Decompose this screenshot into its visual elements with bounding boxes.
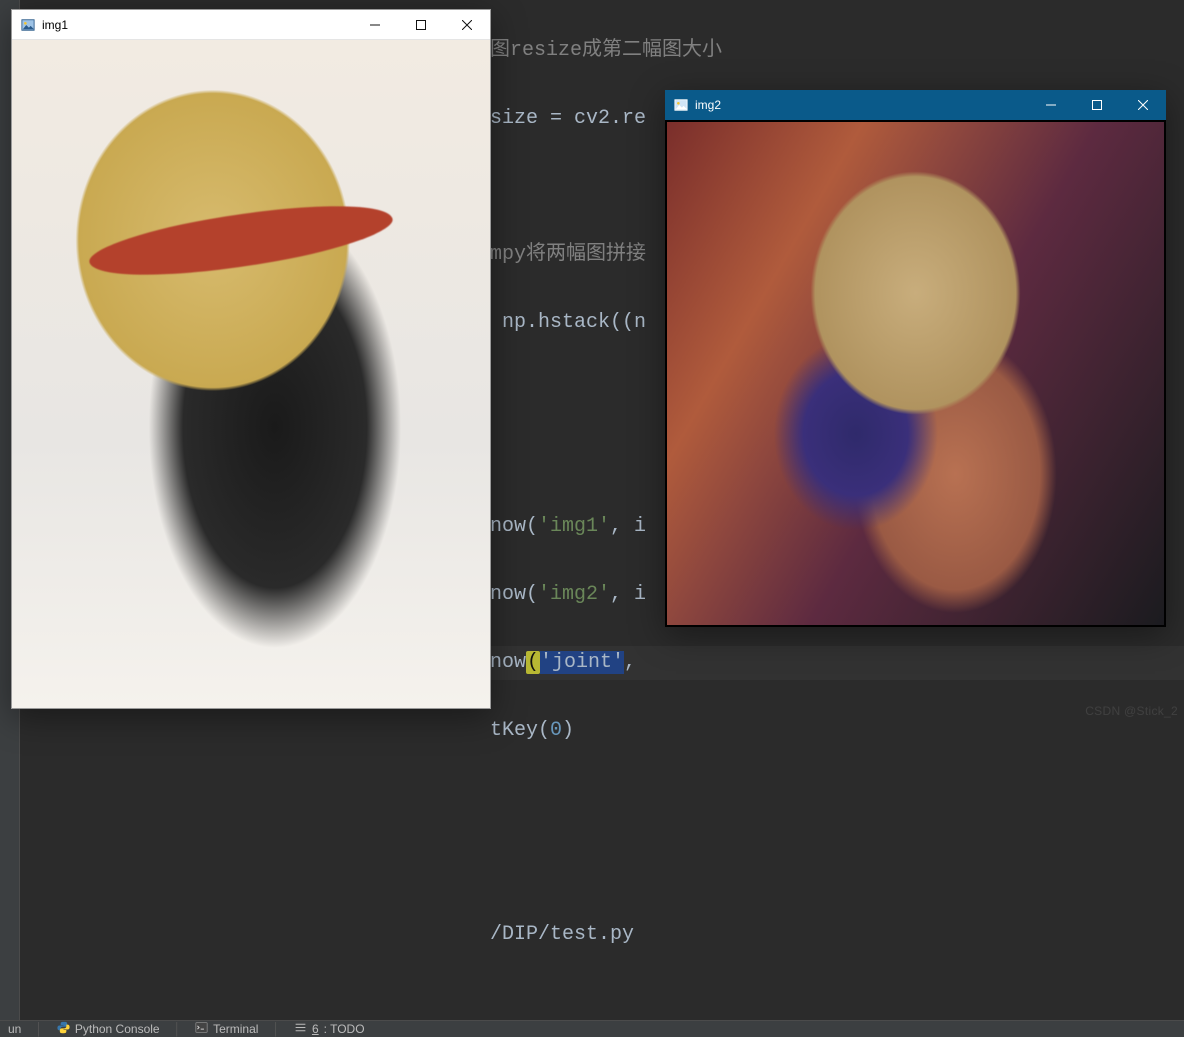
- watermark-text: CSDN @Stick_2: [1085, 704, 1178, 718]
- code-line: /DIP/test.py: [490, 918, 1184, 952]
- titlebar-img2[interactable]: img2: [665, 90, 1166, 120]
- window-img1[interactable]: img1: [11, 9, 491, 709]
- minimize-button[interactable]: [1028, 90, 1074, 120]
- image-content-luffy: [12, 40, 490, 708]
- close-button[interactable]: [444, 10, 490, 40]
- window-img1-content: [12, 40, 490, 708]
- comment-text: 图resize成第二幅图大小: [490, 39, 722, 62]
- image-icon: [673, 97, 689, 113]
- code-line: [490, 850, 1184, 884]
- minimize-button[interactable]: [352, 10, 398, 40]
- image-icon: [20, 17, 36, 33]
- window-title: img1: [42, 18, 68, 32]
- selected-text: 'joint': [540, 651, 624, 674]
- maximize-button[interactable]: [398, 10, 444, 40]
- python-icon: [57, 1021, 70, 1037]
- comment-text: mpy将两幅图拼接: [490, 243, 646, 266]
- code-line: 图resize成第二幅图大小: [490, 34, 1184, 68]
- todo-icon: [294, 1021, 307, 1037]
- code-line: [490, 782, 1184, 816]
- maximize-button[interactable]: [1074, 90, 1120, 120]
- tool-python-console[interactable]: Python Console: [57, 1021, 160, 1037]
- code-line-active: now('joint',: [490, 646, 1184, 680]
- window-title: img2: [695, 98, 721, 112]
- tool-todo[interactable]: 6: TODO: [294, 1021, 365, 1037]
- matched-paren-open: (: [526, 651, 540, 674]
- titlebar-img1[interactable]: img1: [12, 10, 490, 40]
- window-img2-content: [665, 120, 1166, 627]
- window-img2[interactable]: img2: [665, 90, 1166, 627]
- tool-run[interactable]: un: [8, 1022, 21, 1036]
- close-button[interactable]: [1120, 90, 1166, 120]
- image-content-lena: [667, 122, 1164, 625]
- ide-bottom-toolbar: un │ Python Console │ Terminal │ 6: TODO: [0, 1020, 1184, 1037]
- code-line: tKey(0): [490, 714, 1184, 748]
- terminal-icon: [195, 1021, 208, 1037]
- tool-terminal[interactable]: Terminal: [195, 1021, 258, 1037]
